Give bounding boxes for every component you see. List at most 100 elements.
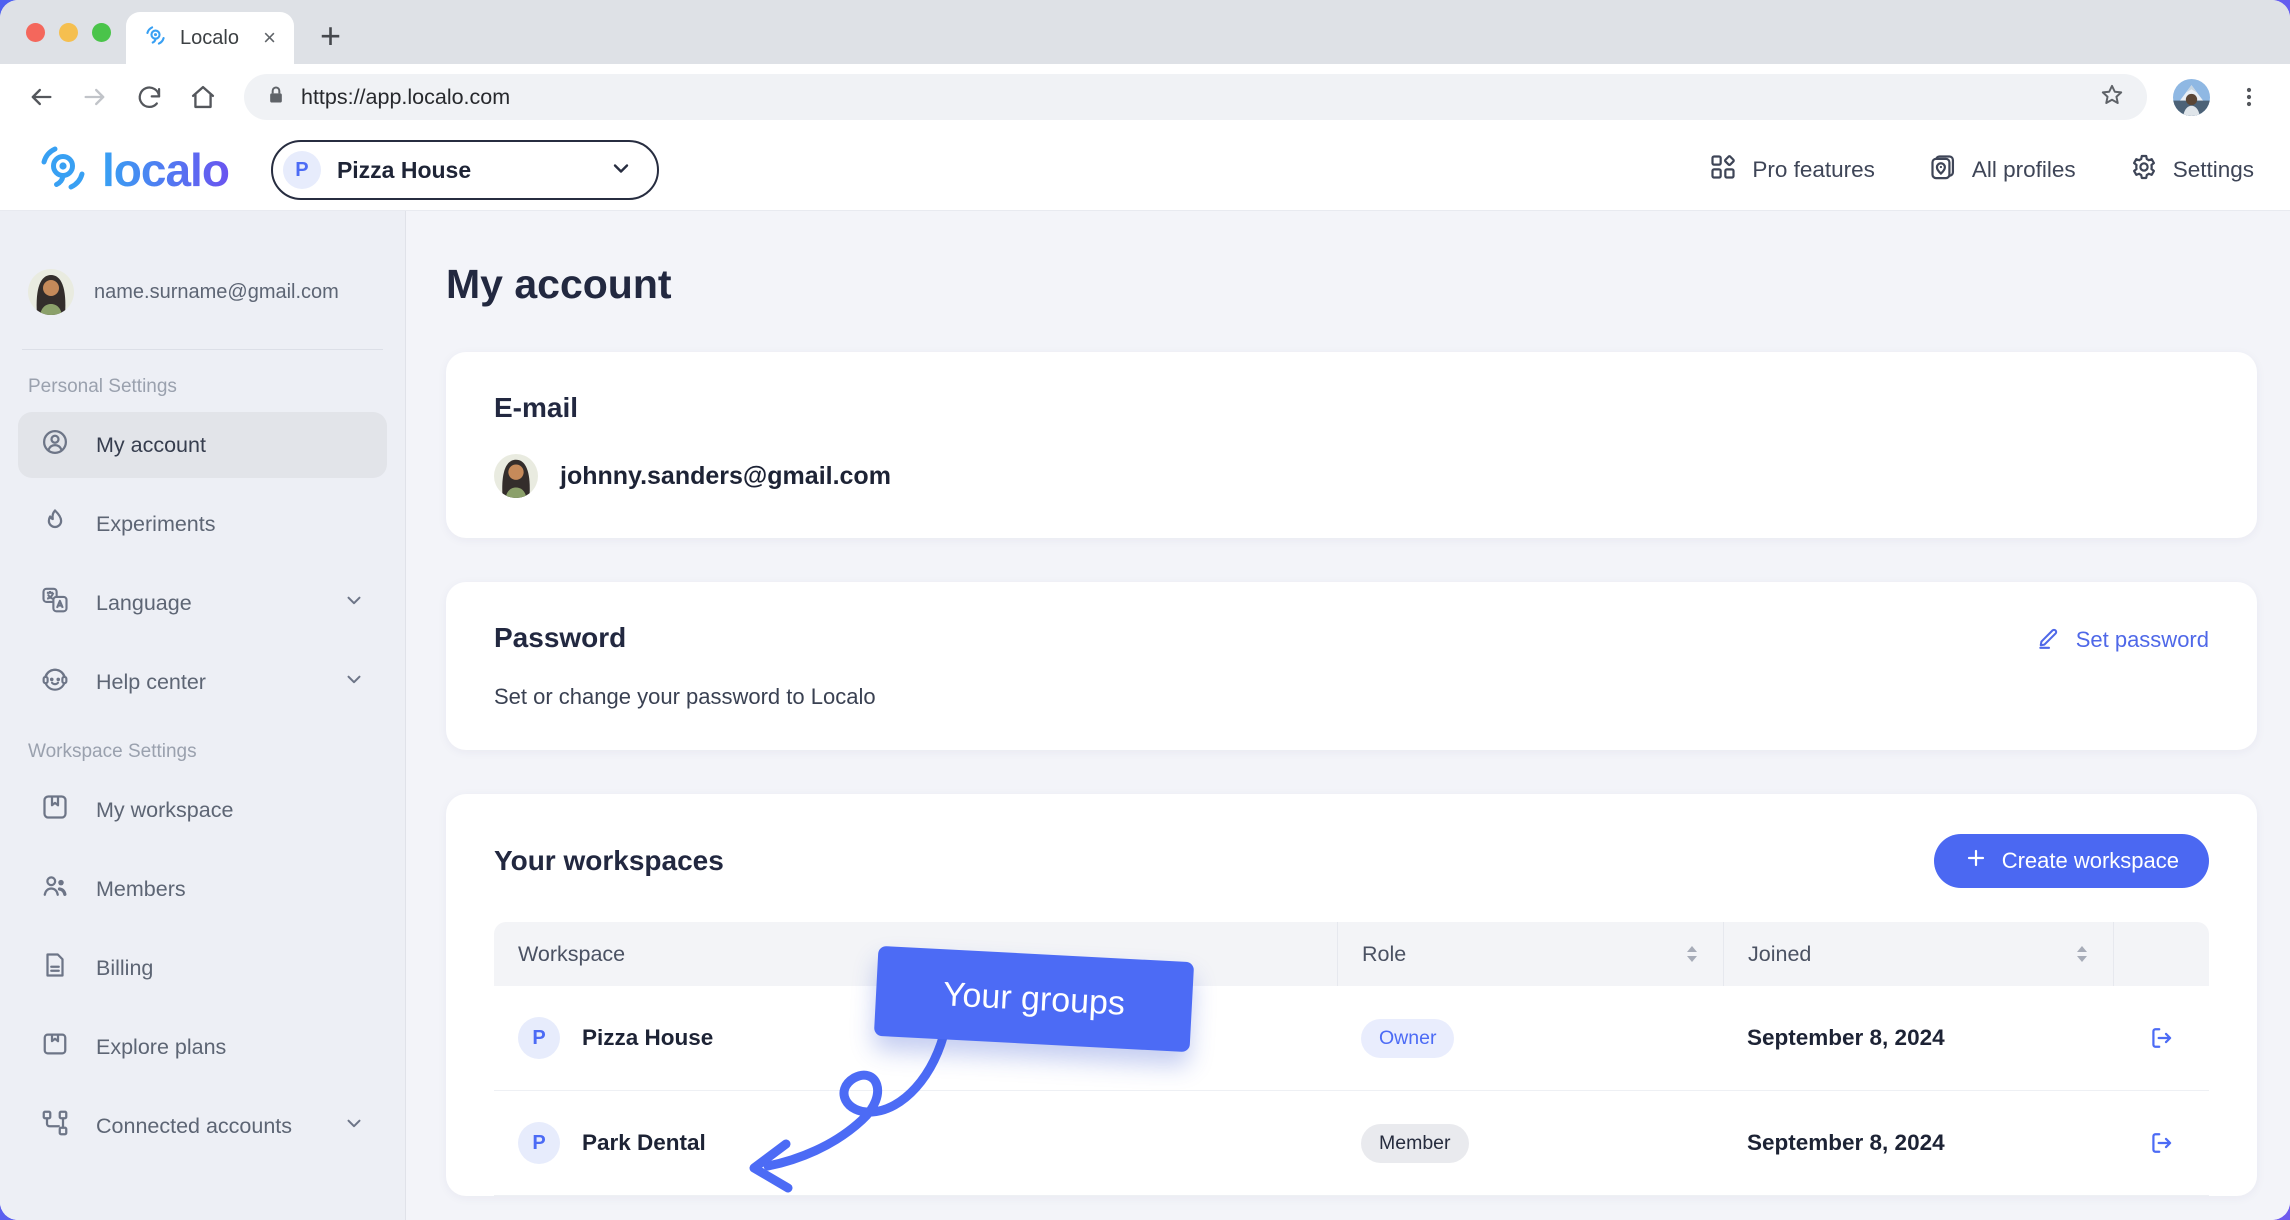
home-icon[interactable]: [180, 74, 226, 120]
sort-icon[interactable]: [2075, 944, 2089, 964]
nav-pro-features[interactable]: Pro features: [1709, 153, 1875, 187]
create-workspace-button[interactable]: Create workspace: [1934, 834, 2209, 888]
user-circle-icon: [40, 427, 70, 463]
document-icon: [40, 950, 70, 986]
joined-cell: September 8, 2024: [1723, 1025, 2113, 1051]
password-card-title: Password: [494, 622, 626, 654]
sidebar-item-label: Experiments: [96, 512, 216, 537]
sidebar-item-label: Billing: [96, 956, 153, 981]
localo-logo[interactable]: localo: [36, 141, 229, 200]
table-row[interactable]: P Park Dental Member September 8, 2024: [494, 1091, 2209, 1196]
sidebar-user: name.surname@gmail.com: [18, 211, 387, 349]
address-bar[interactable]: https://app.localo.com: [244, 74, 2147, 120]
bookmark-square-icon: [40, 792, 70, 828]
sidebar-item-label: Connected accounts: [96, 1114, 292, 1139]
column-header-joined[interactable]: Joined: [1723, 922, 2113, 986]
chevron-down-icon: [343, 1112, 365, 1140]
sidebar-item-explore-plans[interactable]: Explore plans: [18, 1014, 387, 1080]
page-title: My account: [446, 261, 2257, 308]
email-row: johnny.sanders@gmail.com: [494, 454, 2209, 498]
tab-title: Localo: [180, 27, 250, 50]
table-row[interactable]: P Pizza House Owner September 8, 2024: [494, 986, 2209, 1091]
tab-close-icon[interactable]: ×: [263, 27, 276, 49]
account-email: johnny.sanders@gmail.com: [560, 462, 891, 491]
workspace-initial-avatar: P: [518, 1122, 560, 1164]
set-password-button[interactable]: Set password: [2036, 624, 2209, 656]
column-header-role[interactable]: Role: [1337, 922, 1723, 986]
sidebar-item-billing[interactable]: Billing: [18, 935, 387, 1001]
sort-icon[interactable]: [1685, 944, 1699, 964]
workspaces-card: Your workspaces Create workspace Workspa…: [446, 794, 2257, 1196]
role-cell: Owner: [1337, 1019, 1723, 1058]
column-header-actions: [2113, 922, 2209, 986]
app-header: localo P Pizza House Pro features All pr…: [0, 130, 2290, 211]
lock-icon[interactable]: [266, 85, 286, 110]
leave-workspace-icon[interactable]: [2147, 1129, 2175, 1157]
new-tab-button[interactable]: +: [320, 18, 341, 54]
sidebar-item-experiments[interactable]: Experiments: [18, 491, 387, 557]
sidebar-item-help-center[interactable]: Help center: [18, 649, 387, 715]
sidebar-item-label: Language: [96, 591, 192, 616]
role-cell: Member: [1337, 1124, 1723, 1163]
workspace-initial-avatar: P: [518, 1017, 560, 1059]
section-label-workspace: Workspace Settings: [18, 741, 387, 763]
sidebar-item-label: My account: [96, 433, 206, 458]
workspace-selector-label: Pizza House: [337, 157, 593, 184]
sidebar-item-my-workspace[interactable]: My workspace: [18, 777, 387, 843]
nav-all-profiles[interactable]: All profiles: [1929, 153, 2076, 187]
workspace-cell: P Park Dental: [494, 1122, 1337, 1164]
set-password-label: Set password: [2076, 627, 2209, 653]
browser-profile-avatar[interactable]: [2173, 79, 2210, 116]
sidebar-divider: [22, 349, 383, 350]
zoom-window-button[interactable]: [92, 23, 111, 42]
minimize-window-button[interactable]: [59, 23, 78, 42]
flame-icon: [40, 506, 70, 542]
main-panel: My account E-mail johnny.sanders@gmail.c…: [406, 211, 2290, 1220]
workspaces-card-title: Your workspaces: [494, 845, 724, 877]
nav-settings[interactable]: Settings: [2130, 153, 2254, 187]
workspaces-table: Workspace Role Joined: [494, 922, 2209, 1196]
role-badge: Member: [1361, 1124, 1469, 1163]
joined-date: September 8, 2024: [1747, 1025, 1945, 1051]
workspace-name: Park Dental: [582, 1130, 706, 1156]
localo-wordmark: localo: [102, 143, 229, 197]
table-header: Workspace Role Joined: [494, 922, 2209, 986]
nav-label: All profiles: [1972, 157, 2076, 183]
tab-strip: Localo × +: [0, 0, 2290, 64]
browser-tab-localo[interactable]: Localo ×: [126, 12, 294, 64]
app-content: name.surname@gmail.com Personal Settings…: [0, 211, 2290, 1220]
user-email: name.surname@gmail.com: [94, 281, 339, 304]
users-icon: [40, 871, 70, 907]
workspace-initial-avatar: P: [283, 151, 321, 189]
workspace-selector[interactable]: P Pizza House: [271, 140, 659, 200]
sidebar-item-my-account[interactable]: My account: [18, 412, 387, 478]
gear-icon: [2130, 153, 2158, 187]
bookmark-star-icon[interactable]: [2099, 82, 2125, 113]
sidebar-item-label: Members: [96, 877, 186, 902]
grid-diamond-icon: [1709, 153, 1737, 187]
sidebar-item-language[interactable]: Language: [18, 570, 387, 636]
sidebar-item-connected-accounts[interactable]: Connected accounts: [18, 1093, 387, 1159]
leave-workspace-icon[interactable]: [2147, 1024, 2175, 1052]
browser-toolbar: https://app.localo.com: [0, 64, 2290, 130]
back-icon[interactable]: [18, 74, 64, 120]
password-description: Set or change your password to Localo: [494, 684, 2209, 710]
workspace-name: Pizza House: [582, 1025, 713, 1051]
browser-menu-icon[interactable]: [2226, 74, 2272, 120]
chevron-down-icon: [343, 668, 365, 696]
url-text[interactable]: https://app.localo.com: [301, 85, 2084, 110]
forward-icon[interactable]: [72, 74, 118, 120]
localo-logo-icon: [36, 141, 90, 200]
create-workspace-label: Create workspace: [2002, 848, 2179, 874]
app-header-nav: Pro features All profiles Settings: [1709, 153, 2254, 187]
chevron-down-icon: [343, 589, 365, 617]
sidebar-item-members[interactable]: Members: [18, 856, 387, 922]
actions-cell: [2113, 1129, 2209, 1157]
reload-icon[interactable]: [126, 74, 172, 120]
section-label-personal: Personal Settings: [18, 376, 387, 398]
email-card: E-mail johnny.sanders@gmail.com: [446, 352, 2257, 538]
close-window-button[interactable]: [26, 23, 45, 42]
browser-window: Localo × + https://app.localo.com: [0, 0, 2290, 1220]
package-icon: [40, 1029, 70, 1065]
traffic-lights: [26, 23, 111, 42]
